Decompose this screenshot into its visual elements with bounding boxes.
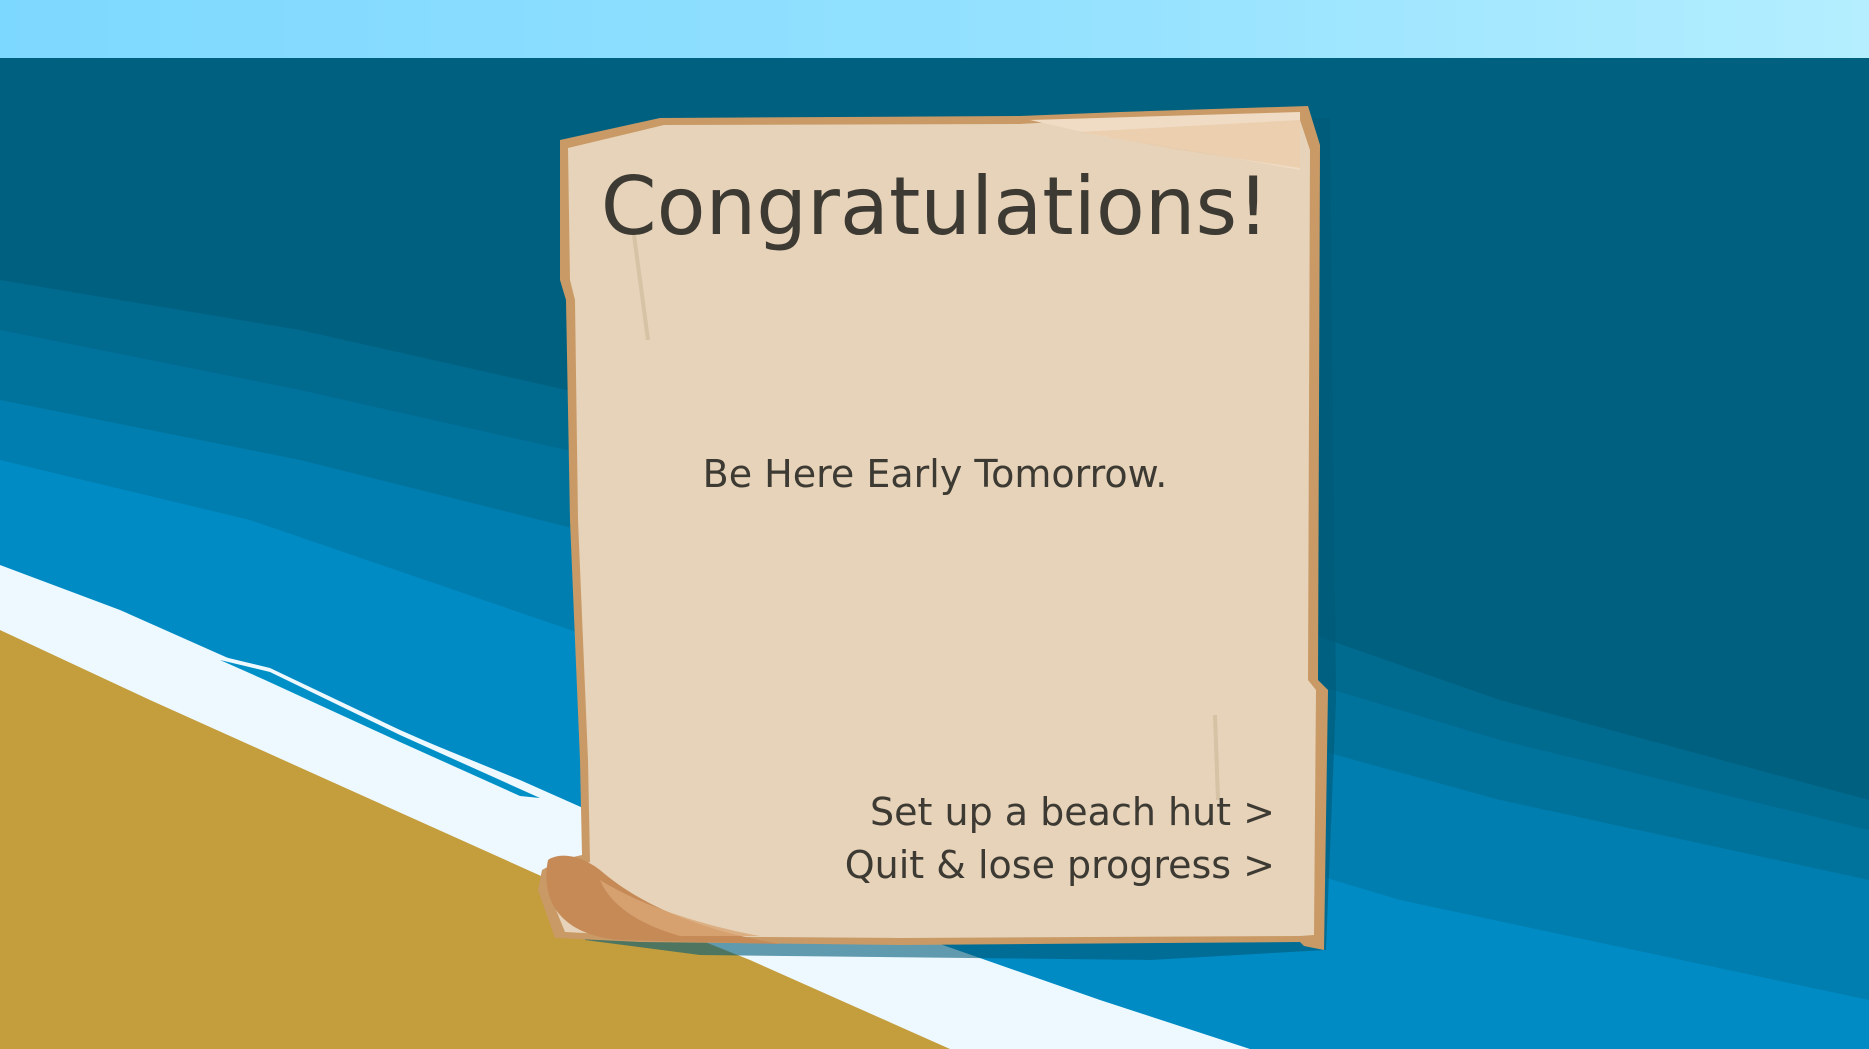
quit-lose-progress-button[interactable]: Quit & lose progress > xyxy=(845,843,1275,887)
dialog-title: Congratulations! xyxy=(600,160,1270,253)
dialog-message: Be Here Early Tomorrow. xyxy=(702,452,1168,496)
parchment-scroll xyxy=(538,106,1336,960)
set-up-beach-hut-button[interactable]: Set up a beach hut > xyxy=(870,790,1275,834)
